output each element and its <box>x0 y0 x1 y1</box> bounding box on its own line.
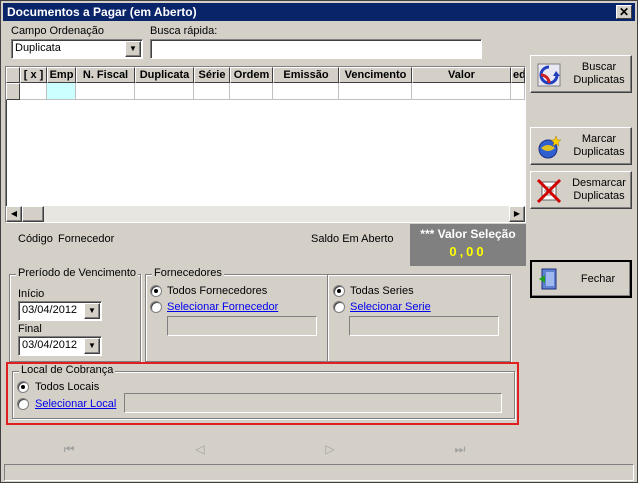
inicio-value: 03/04/2012 <box>22 304 78 316</box>
grid-indicator-header <box>6 67 20 83</box>
serie-field[interactable] <box>349 316 499 336</box>
todas-series-label[interactable]: Todas Series <box>350 285 414 297</box>
desmarcar-label: Desmarcar Duplicatas <box>572 177 626 202</box>
table-cell[interactable] <box>194 83 230 100</box>
col-header-emissao[interactable]: Emissão <box>273 67 339 83</box>
fechar-label: Fechar <box>580 272 616 285</box>
marcar-duplicatas-button[interactable]: Marcar Duplicatas <box>530 127 632 165</box>
scroll-left-icon[interactable]: ◀ <box>6 206 22 222</box>
col-header-nfiscal[interactable]: N. Fiscal <box>76 67 135 83</box>
prior-record-icon[interactable]: ◁ <box>190 442 210 456</box>
col-header-emp[interactable]: Emp <box>47 67 76 83</box>
sort-label: Campo Ordenação <box>11 25 104 37</box>
table-cell[interactable] <box>339 83 412 100</box>
sort-combo[interactable]: Duplicata ▼ <box>11 39 143 59</box>
chevron-down-icon[interactable]: ▼ <box>125 41 141 57</box>
todos-locais-radio[interactable] <box>17 381 29 393</box>
grid-header: [ x ] Emp N. Fiscal Duplicata Série Orde… <box>6 67 525 83</box>
col-header-check[interactable]: [ x ] <box>20 67 47 83</box>
col-header-valor[interactable]: Valor <box>412 67 511 83</box>
table-cell[interactable] <box>230 83 273 100</box>
table-row[interactable] <box>6 83 525 100</box>
fornecedor-label: Fornecedor <box>58 233 115 245</box>
search-input[interactable] <box>150 39 482 59</box>
selecionar-fornecedor-radio[interactable] <box>150 301 162 313</box>
search-label: Busca rápida: <box>150 25 218 37</box>
fornecedores-group: Fornecedores Todos Fornecedores Selecion… <box>145 267 511 362</box>
delete-document-icon <box>536 178 562 204</box>
col-header-ordem[interactable]: Ordem <box>230 67 273 83</box>
desmarcar-duplicatas-button[interactable]: Desmarcar Duplicatas <box>530 171 632 209</box>
buscar-duplicatas-button[interactable]: Buscar Duplicatas <box>530 55 632 93</box>
table-cell[interactable] <box>20 83 47 100</box>
table-cell[interactable] <box>135 83 194 100</box>
todos-fornecedores-radio[interactable] <box>150 285 162 297</box>
col-header-extra[interactable]: ed <box>511 67 525 83</box>
valor-selecao-label: *** Valor Seleção <box>420 227 516 241</box>
selecionar-local-radio[interactable] <box>17 398 29 410</box>
todos-locais-label[interactable]: Todos Locais <box>35 381 99 393</box>
fornecedor-field[interactable] <box>167 316 317 336</box>
scroll-right-icon[interactable]: ▶ <box>509 206 525 222</box>
last-record-icon[interactable]: ⏭ <box>450 442 470 457</box>
selecionar-serie-link[interactable]: Selecionar Serie <box>350 301 431 313</box>
valor-selecao-value: 0,00 <box>449 244 487 259</box>
periodo-group: Preríodo de Vencimento Início 03/04/2012… <box>9 267 141 362</box>
cobranca-group: Local de Cobrança Todos Locais Seleciona… <box>12 364 515 419</box>
refresh-icon <box>537 63 561 87</box>
table-cell[interactable] <box>511 83 525 100</box>
todas-series-radio[interactable] <box>333 285 345 297</box>
inicio-label: Início <box>18 288 45 300</box>
fechar-button[interactable]: Fechar <box>530 260 632 298</box>
table-cell[interactable] <box>76 83 135 100</box>
close-icon[interactable]: ✕ <box>616 5 632 19</box>
chevron-down-icon[interactable]: ▼ <box>84 338 100 354</box>
marcar-label: Marcar Duplicatas <box>573 133 625 158</box>
exit-door-icon <box>539 268 557 290</box>
status-bar <box>4 464 634 481</box>
table-cell[interactable] <box>412 83 511 100</box>
chevron-down-icon[interactable]: ▼ <box>84 303 100 319</box>
duplicatas-grid[interactable]: [ x ] Emp N. Fiscal Duplicata Série Orde… <box>5 66 526 223</box>
cobranca-highlight: Local de Cobrança Todos Locais Seleciona… <box>6 362 519 425</box>
row-indicator[interactable] <box>6 83 20 100</box>
selecionar-fornecedor-link[interactable]: Selecionar Fornecedor <box>167 301 278 313</box>
globe-star-icon <box>538 135 562 159</box>
cobranca-title: Local de Cobrança <box>19 364 116 376</box>
table-cell[interactable] <box>273 83 339 100</box>
todos-fornecedores-label[interactable]: Todos Fornecedores <box>167 285 267 297</box>
window-title: Documentos a Pagar (em Aberto) <box>7 5 197 19</box>
inicio-date-picker[interactable]: 03/04/2012 ▼ <box>18 301 102 321</box>
saldo-label: Saldo Em Aberto <box>311 233 394 245</box>
sort-value: Duplicata <box>15 42 61 54</box>
first-record-icon[interactable]: ⏮ <box>59 442 79 457</box>
selecionar-local-link[interactable]: Selecionar Local <box>35 398 116 410</box>
col-header-serie[interactable]: Série <box>194 67 230 83</box>
buscar-label: Buscar Duplicatas <box>573 61 625 86</box>
periodo-title: Preríodo de Vencimento <box>16 267 139 279</box>
local-field[interactable] <box>124 393 502 413</box>
scroll-thumb[interactable] <box>22 206 44 222</box>
next-record-icon[interactable]: ▷ <box>320 442 340 456</box>
final-date-picker[interactable]: 03/04/2012 ▼ <box>18 336 102 356</box>
col-header-vencimento[interactable]: Vencimento <box>339 67 412 83</box>
col-header-duplicata[interactable]: Duplicata <box>135 67 194 83</box>
title-bar: Documentos a Pagar (em Aberto) ✕ <box>3 3 635 21</box>
documentos-window: Documentos a Pagar (em Aberto) ✕ Campo O… <box>0 0 638 483</box>
codigo-label: Código <box>18 233 53 245</box>
table-cell-selected[interactable] <box>47 83 76 100</box>
horizontal-scrollbar[interactable]: ◀ ▶ <box>6 206 525 222</box>
selecionar-serie-radio[interactable] <box>333 301 345 313</box>
final-label: Final <box>18 323 42 335</box>
divider <box>327 275 328 361</box>
final-value: 03/04/2012 <box>22 339 78 351</box>
valor-selecao-panel: *** Valor Seleção 0,00 <box>410 224 526 266</box>
fornecedores-title: Fornecedores <box>152 267 224 279</box>
